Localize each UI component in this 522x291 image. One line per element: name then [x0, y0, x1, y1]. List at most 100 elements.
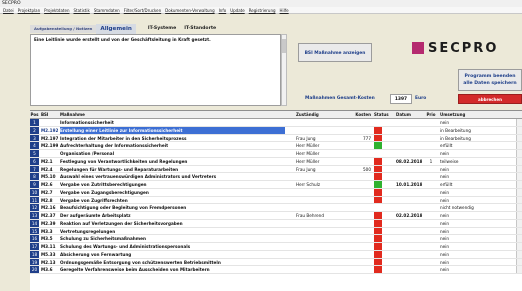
menu-item[interactable]: Registrierung — [249, 7, 276, 13]
menu-item[interactable]: Hilfe — [280, 7, 289, 13]
notes-textarea[interactable]: Eine Leitlinie wurde erstellt und von de… — [30, 34, 281, 106]
status-indicator — [374, 134, 382, 142]
table-scrollbar-track[interactable] — [516, 181, 522, 188]
table-scrollbar-track[interactable] — [516, 235, 522, 242]
status-indicator — [374, 227, 382, 235]
table-row[interactable]: 19 M2.13 Ordnungsgemäße Entsorgung von sch… — [30, 258, 522, 267]
table-row[interactable]: 17 M3.11 Schulung des Wartungs- und Admini… — [30, 243, 522, 251]
total-cost-label: Maßnahmen Gesamt-Kosten — [305, 96, 375, 101]
row-implementation: erfüllt — [440, 143, 453, 149]
table-row[interactable]: 2 M2.192 Erstellung einer Leitlinie zur In… — [30, 126, 522, 135]
row-date — [396, 189, 422, 196]
table-row[interactable]: 16 M3.5 Schulung zu Sicherheitsmaßnahmen ne… — [30, 235, 522, 243]
status-indicator — [374, 119, 382, 126]
row-responsible — [296, 197, 342, 204]
col-measure[interactable]: Maßnahme — [60, 111, 285, 118]
row-costs — [343, 189, 371, 196]
table-scrollbar-track[interactable] — [516, 204, 522, 211]
table-row[interactable]: 7 M2.4 Regelungen für Wartungs- und Repara… — [30, 165, 522, 174]
row-pos: 5 — [30, 150, 39, 157]
table-row[interactable]: 18 M5.33 Absicherung von Fernwartung nein — [30, 250, 522, 259]
table-scrollbar-track[interactable] — [516, 142, 522, 149]
table-row[interactable]: 11 M2.8 Vergabe von Zugriffsrechten nein — [30, 196, 522, 205]
col-responsible[interactable]: Zuständig — [296, 111, 342, 118]
status-indicator — [374, 250, 382, 258]
status-indicator — [374, 126, 382, 134]
table-row[interactable]: 3 M2.197 Integration der Mitarbeiter in de… — [30, 134, 522, 143]
tab-it-systems[interactable]: IT-Systeme — [144, 25, 180, 33]
status-indicator — [374, 142, 382, 149]
row-measure: Geregelte Verfahrensweise beim Ausscheid… — [60, 267, 210, 273]
col-bsi[interactable]: BSI — [41, 111, 58, 118]
tab-general[interactable]: Allgemein — [96, 24, 136, 34]
scroll-thumb[interactable] — [282, 39, 286, 53]
table-scrollbar-track[interactable] — [516, 266, 522, 273]
menu-item[interactable]: Filter/Sort/Drucken — [124, 7, 161, 13]
table-row[interactable]: 12 M2.16 Beaufsichtigung oder Begleitung v… — [30, 204, 522, 212]
col-implementation[interactable]: Umsetzung — [440, 111, 512, 118]
table-scrollbar-track[interactable] — [516, 188, 522, 196]
table-scrollbar-track[interactable] — [516, 243, 522, 250]
logo-square-icon — [412, 42, 424, 54]
bsi-show-button[interactable]: BSI Maßnahme anzeigen — [298, 43, 372, 62]
table-scrollbar-track[interactable] — [516, 150, 522, 157]
table-scrollbar-track[interactable] — [516, 227, 522, 235]
table-row[interactable]: 6 M2.1 Festlegung von Verantwortlichkeiten… — [30, 157, 522, 166]
table-scrollbar-track[interactable] — [516, 212, 522, 219]
table-row[interactable]: 13 M2.37 Der aufgeräumte Arbeitsplatz Frau … — [30, 212, 522, 220]
row-prio — [425, 235, 437, 242]
row-pos: 19 — [30, 258, 39, 266]
table-row[interactable]: 10 M2.7 Vergabe von Zugangsberechtigungen n… — [30, 188, 522, 197]
row-date — [396, 243, 422, 250]
row-costs — [343, 150, 371, 157]
row-measure: Aufrechterhaltung der Informationssicher… — [60, 143, 169, 149]
table-scrollbar-track[interactable] — [516, 157, 522, 165]
notes-scrollbar[interactable] — [281, 34, 287, 106]
row-bsi: M5.33 — [41, 251, 56, 257]
table-scrollbar-track[interactable] — [516, 173, 522, 180]
exit-save-button[interactable]: Programm beenden alle Daten speichern — [458, 69, 522, 91]
menu-item[interactable]: Projektplan — [18, 7, 40, 13]
menu-bar: Datei Projektplan Projektdaten Statistik Sta… — [0, 7, 522, 14]
col-prio[interactable]: Prio — [425, 111, 437, 118]
menu-item[interactable]: Datei — [3, 7, 14, 13]
table-row[interactable]: 5 Organisation /Personal Herr Müller nein — [30, 150, 522, 158]
table-scrollbar-track[interactable] — [516, 250, 522, 258]
col-pos[interactable]: Pos — [30, 111, 39, 118]
row-responsible — [296, 235, 342, 242]
notes-text: Eine Leitlinie wurde erstellt und von de… — [34, 37, 211, 42]
table-scrollbar-track[interactable] — [516, 134, 522, 142]
row-implementation: nicht notwendig — [440, 205, 474, 211]
table-scrollbar-track[interactable] — [516, 258, 522, 266]
table-row[interactable]: 8 M5.10 Auswahl eines vertrauenswürdigen A… — [30, 173, 522, 181]
tab-it-sites[interactable]: IT-Standorte — [180, 25, 220, 33]
table-row[interactable]: 4 M2.199 Aufrechterhaltung der Information… — [30, 142, 522, 150]
table-row[interactable]: 15 M3.3 Vertretungsregelungen nein — [30, 227, 522, 236]
table-row[interactable]: 9 M2.6 Vergabe von Zutrittsberechtigungen H… — [30, 181, 522, 189]
tab-notes[interactable]: Aufgabenstellung / Notizen — [30, 25, 97, 33]
table-scrollbar-track[interactable] — [516, 119, 522, 126]
menu-item[interactable]: Update — [230, 7, 245, 13]
row-implementation: in Bearbeitung — [440, 135, 471, 141]
col-costs[interactable]: Kosten — [343, 111, 371, 118]
row-costs — [343, 204, 371, 211]
menu-item[interactable]: Stammdaten — [94, 7, 120, 13]
col-date[interactable]: Datum — [396, 111, 422, 118]
cancel-button[interactable]: abbrechen — [458, 94, 522, 104]
table-row[interactable]: 14 M2.39 Reaktion auf Verletzungen der Sic… — [30, 219, 522, 228]
row-responsible: Herr Schulz — [296, 182, 321, 187]
table-scrollbar-track[interactable] — [516, 196, 522, 204]
row-costs — [343, 259, 371, 266]
table-row[interactable]: 1 Informationssicherheit nein — [30, 119, 522, 127]
col-status[interactable]: Status — [374, 111, 394, 118]
row-pos: 9 — [30, 181, 39, 188]
table-scrollbar-track[interactable] — [516, 126, 522, 134]
menu-item[interactable]: Projektdaten — [44, 7, 69, 13]
table-scrollbar-track[interactable] — [516, 165, 522, 173]
menu-item[interactable]: Info — [219, 7, 227, 13]
table-row[interactable]: 20 M3.6 Geregelte Verfahrensweise beim Aus… — [30, 266, 522, 274]
table-scrollbar-track[interactable] — [516, 219, 522, 227]
menu-item[interactable]: Statistik — [73, 7, 89, 13]
row-measure: Schulung des Wartungs- und Administratio… — [60, 244, 191, 249]
menu-item[interactable]: Dokumenten-Verwaltung — [165, 7, 214, 13]
